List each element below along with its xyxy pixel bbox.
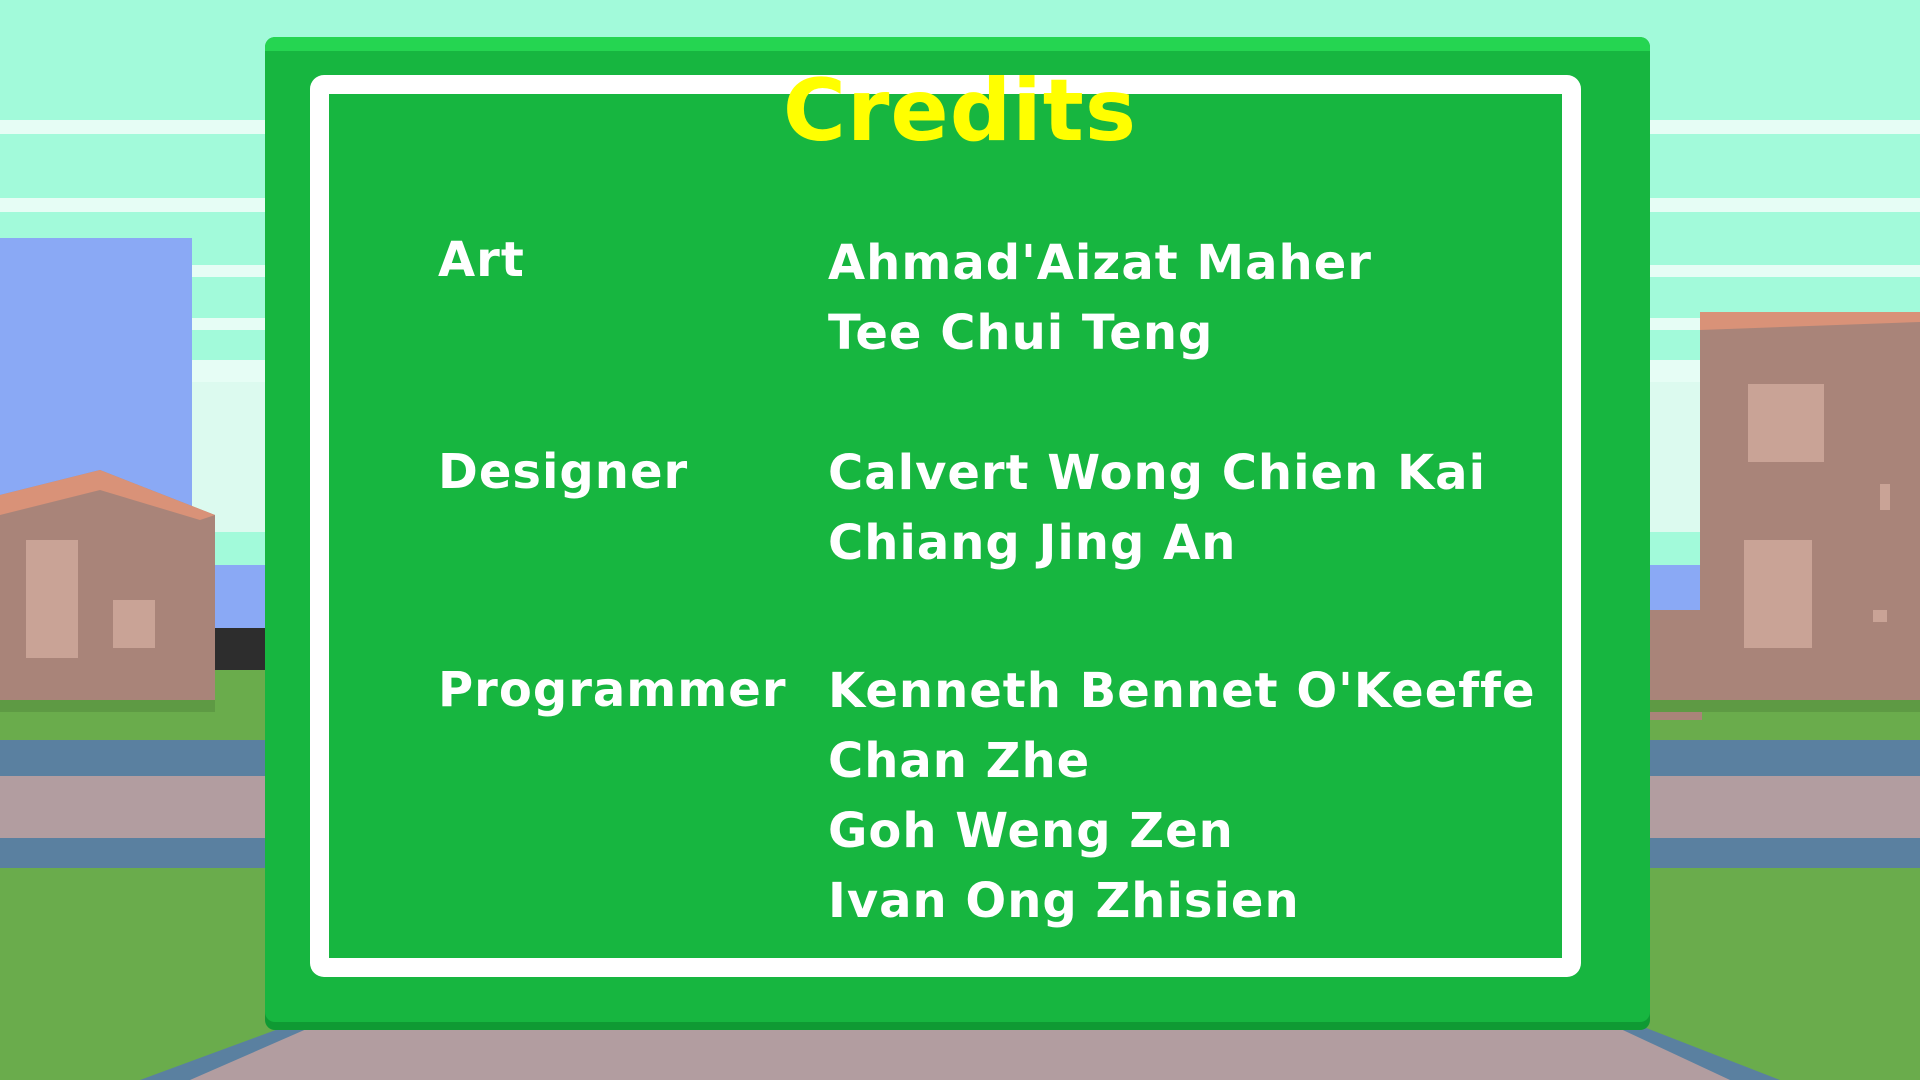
credit-name: Chiang Jing An bbox=[828, 515, 1237, 571]
game-scene: Credits Art Ahmad'Aizat Maher Tee Chui T… bbox=[0, 0, 1920, 1080]
credit-name: Chan Zhe bbox=[828, 733, 1091, 789]
section-label-programmer: Programmer bbox=[438, 662, 787, 718]
credit-name: Calvert Wong Chien Kai bbox=[828, 445, 1487, 501]
credit-name: Kenneth Bennet O'Keeffe bbox=[828, 663, 1536, 719]
credit-name: Tee Chui Teng bbox=[828, 305, 1214, 361]
credit-name: Goh Weng Zen bbox=[828, 803, 1234, 859]
board-top-edge bbox=[265, 37, 1650, 51]
credit-name: Ivan Ong Zhisien bbox=[828, 873, 1300, 929]
section-label-art: Art bbox=[438, 232, 525, 288]
section-label-designer: Designer bbox=[438, 444, 689, 500]
credits-title: Credits bbox=[782, 61, 1138, 161]
names-list-designer: Calvert Wong Chien Kai Chiang Jing An bbox=[828, 438, 1486, 578]
names-list-art: Ahmad'Aizat Maher Tee Chui Teng bbox=[828, 228, 1372, 368]
credit-name: Ahmad'Aizat Maher bbox=[828, 235, 1372, 291]
names-list-programmer: Kenneth Bennet O'Keeffe Chan Zhe Goh Wen… bbox=[828, 656, 1536, 936]
house-left bbox=[0, 470, 215, 712]
